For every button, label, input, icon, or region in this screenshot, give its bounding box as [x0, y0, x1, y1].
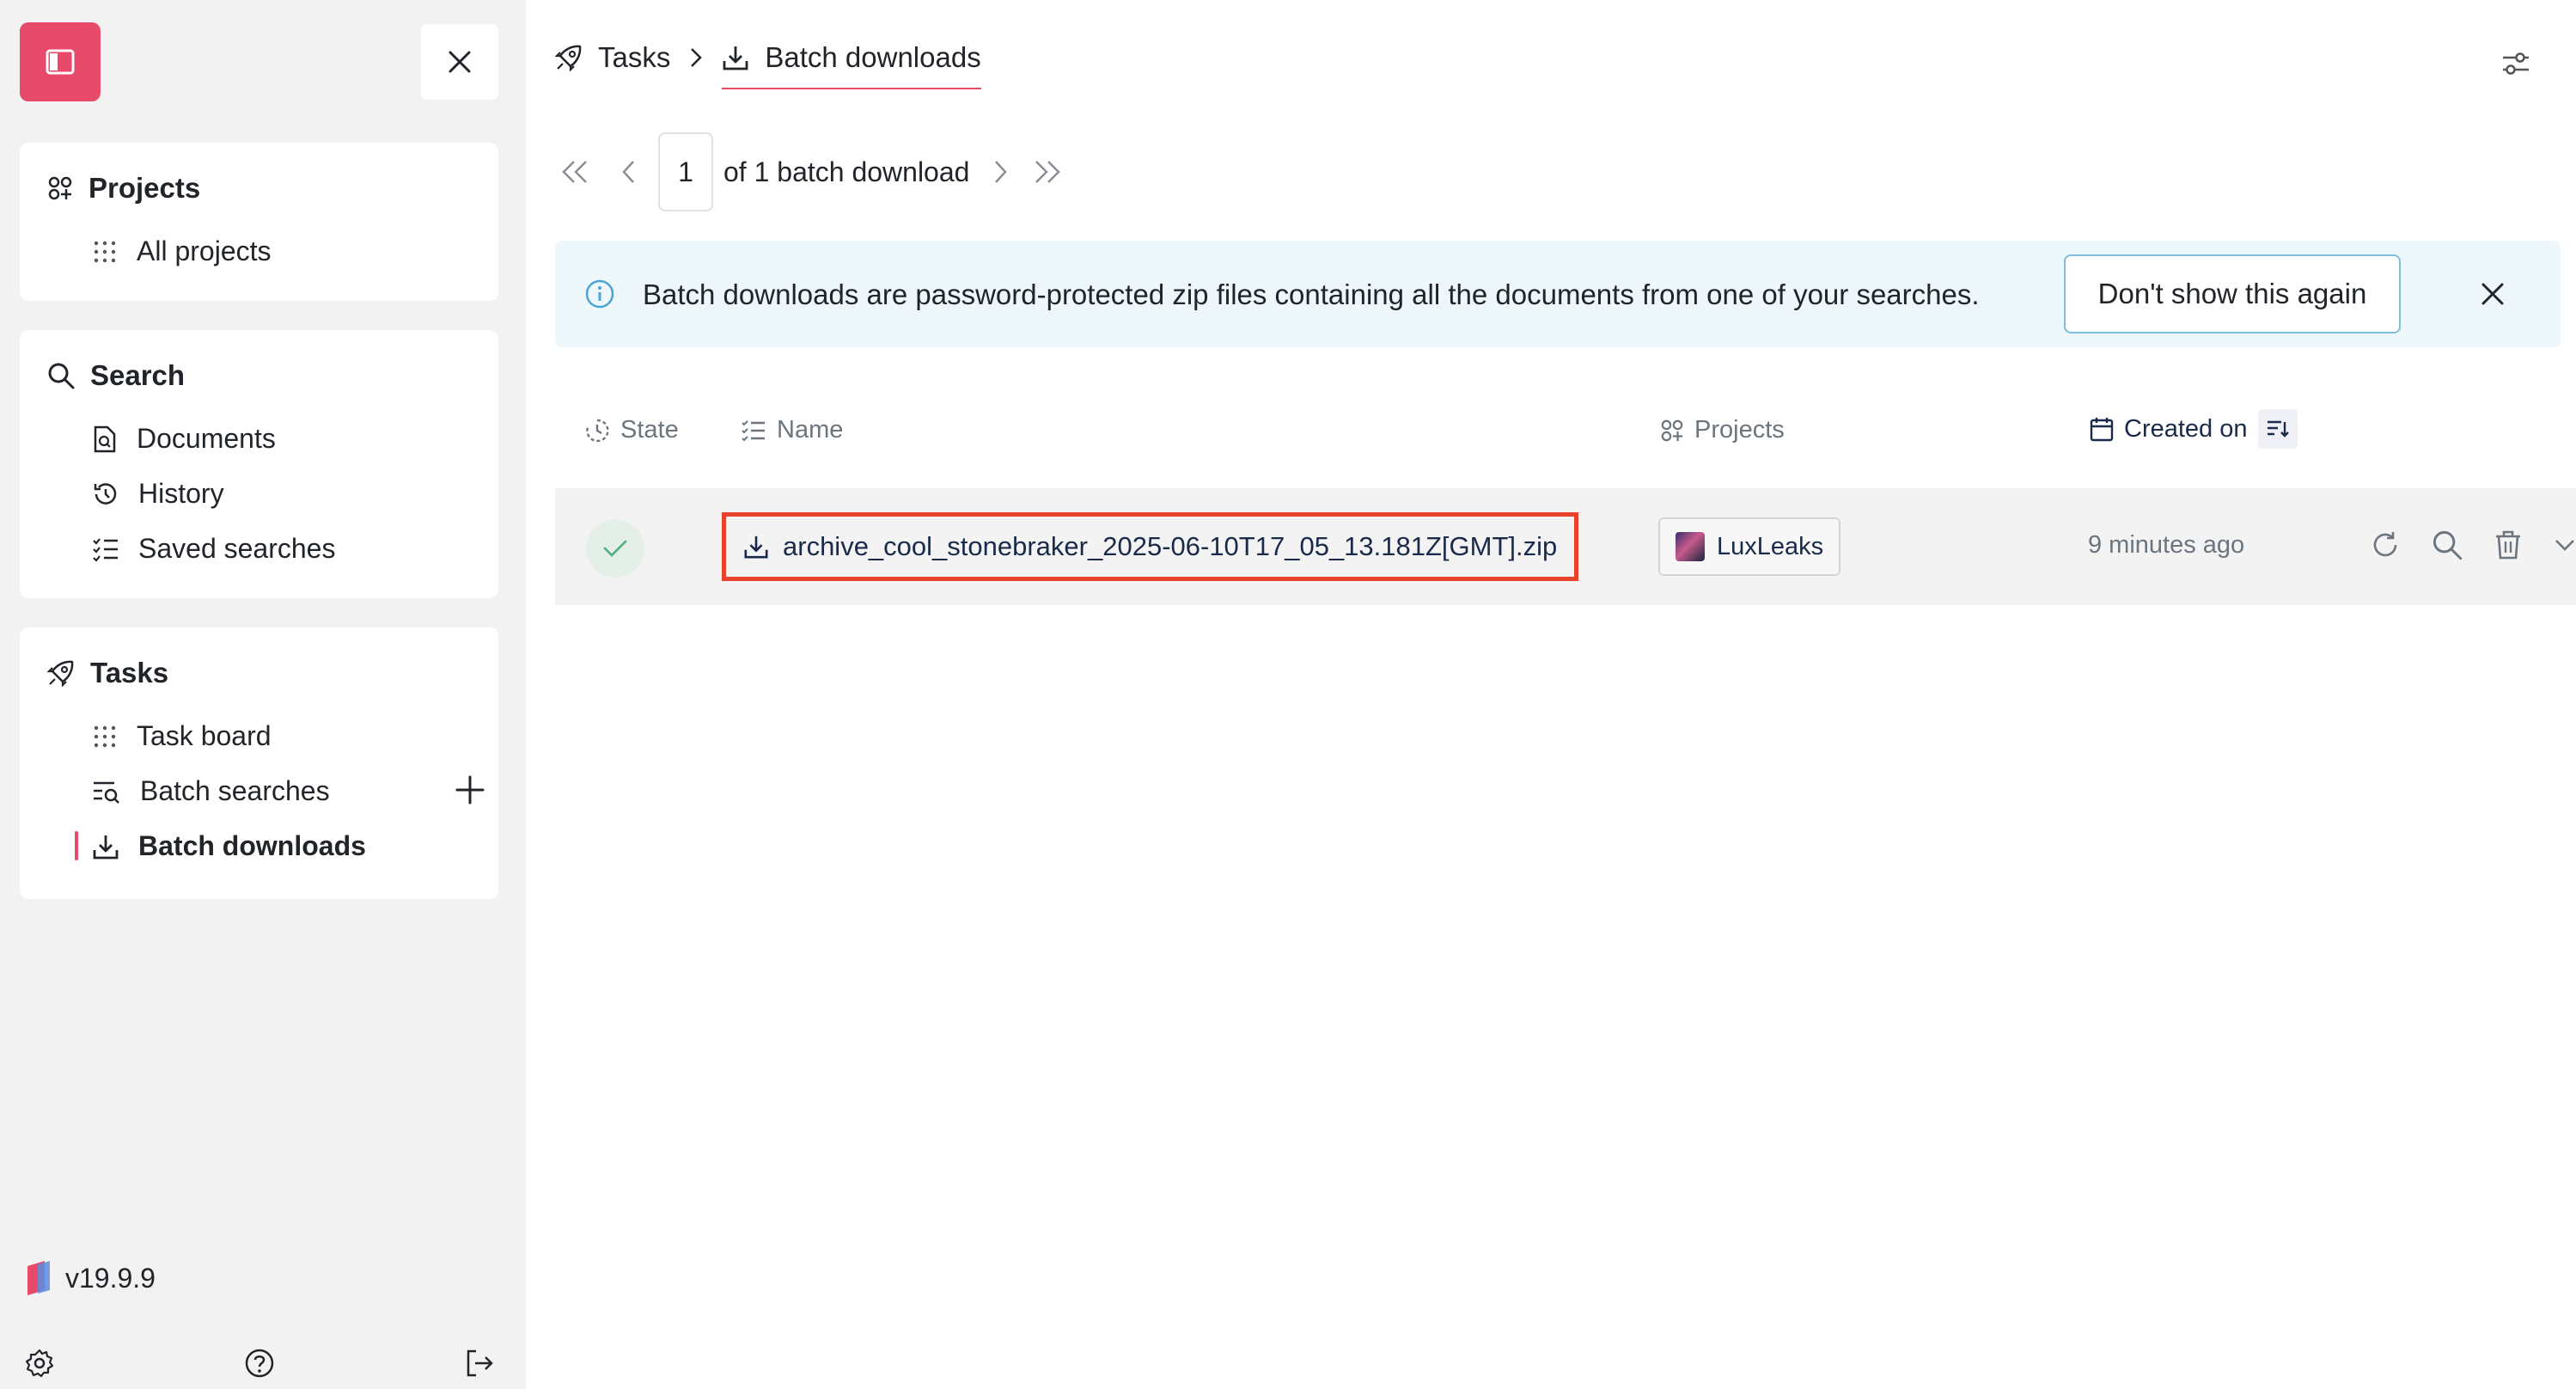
help-icon[interactable] [244, 1348, 275, 1379]
sidebar-item-label: Documents [137, 423, 276, 454]
column-header-state[interactable]: State [584, 416, 679, 444]
chevron-down-icon[interactable] [2554, 536, 2576, 554]
column-header-projects[interactable]: Projects [1660, 416, 1785, 444]
breadcrumb-label: Tasks [598, 41, 671, 73]
chevron-right-icon [691, 48, 703, 67]
grid-dots-icon [94, 241, 116, 262]
sidebar-close-button[interactable] [421, 24, 498, 100]
sidebar-item-label: All projects [137, 236, 272, 266]
breadcrumb-tasks[interactable]: Tasks [555, 41, 670, 74]
breadcrumb-label: Batch downloads [765, 41, 981, 73]
sidebar-item-history[interactable]: History [92, 478, 224, 510]
pagination: 1 of 1 batch download [560, 132, 1062, 211]
column-header-label: State [620, 416, 679, 444]
calendar-icon [2090, 418, 2114, 442]
status-badge-done [586, 519, 644, 578]
page-number-input[interactable]: 1 [658, 132, 713, 211]
sidebar-item-saved-searches[interactable]: Saved searches [92, 533, 335, 565]
projects-icon [48, 176, 72, 200]
previous-page-icon[interactable] [620, 159, 638, 185]
sort-descending-icon [2267, 420, 2289, 438]
info-banner-text: Batch downloads are password-protected z… [643, 278, 1980, 310]
retry-refresh-icon[interactable] [2370, 529, 2401, 560]
breadcrumb-batch-downloads[interactable]: Batch downloads [722, 41, 982, 89]
view-settings-sliders-icon[interactable] [2500, 48, 2531, 79]
projects-heading[interactable]: Projects [47, 172, 200, 205]
sidebar-item-label: Saved searches [138, 533, 336, 564]
search-card: Search Documents History Saved searches [20, 330, 498, 598]
column-header-label: Projects [1694, 416, 1785, 444]
project-chip[interactable]: LuxLeaks [1658, 517, 1841, 576]
first-page-icon[interactable] [560, 159, 591, 185]
tasks-card: Tasks Task board Batch searches Batch do… [20, 627, 498, 899]
created-time: 9 minutes ago [2088, 531, 2245, 559]
projects-icon [1661, 419, 1683, 441]
projects-card: Projects All projects [20, 143, 498, 301]
list-check-icon [742, 419, 765, 441]
tasks-heading-label: Tasks [90, 657, 169, 688]
download-icon [93, 835, 119, 859]
trash-icon[interactable] [2494, 529, 2523, 560]
check-icon [603, 540, 627, 557]
close-icon [449, 51, 471, 73]
search-icon [48, 363, 75, 389]
version-label: v19.9.9 [65, 1262, 156, 1294]
app-version: v19.9.9 [26, 1259, 156, 1297]
column-header-label: Created on [2124, 414, 2248, 443]
search-icon[interactable] [2432, 529, 2463, 560]
rocket-icon [47, 660, 74, 687]
info-banner: Batch downloads are password-protected z… [555, 241, 2561, 347]
sidebar-toggle-button[interactable] [20, 22, 101, 101]
logo-icon [27, 1261, 50, 1295]
download-file-link[interactable]: archive_cool_stonebraker_2025-06-10T17_0… [722, 512, 1579, 581]
sidebar: Projects All projects Search Documents H… [0, 0, 526, 1389]
sidebar-item-label: History [138, 478, 224, 509]
column-header-label: Name [777, 416, 844, 444]
breadcrumb: Tasks Batch downloads [555, 41, 982, 89]
add-batch-search-icon[interactable] [455, 774, 485, 805]
active-indicator [75, 831, 78, 860]
download-icon [744, 535, 768, 559]
next-page-icon[interactable] [992, 159, 1009, 185]
sidebar-item-batch-searches[interactable]: Batch searches [92, 775, 330, 807]
close-banner-icon[interactable] [2480, 281, 2506, 307]
sidebar-item-label: Task board [137, 720, 272, 751]
tasks-heading[interactable]: Tasks [47, 657, 168, 689]
search-heading-label: Search [90, 359, 186, 391]
project-thumbnail [1676, 532, 1705, 561]
grid-dots-icon [94, 725, 116, 747]
settings-gear-icon[interactable] [24, 1348, 55, 1379]
document-search-icon [94, 425, 116, 452]
sidebar-item-documents[interactable]: Documents [92, 423, 276, 455]
sort-button[interactable] [2257, 409, 2298, 449]
page-total-label: of 1 batch download [723, 156, 970, 187]
rocket-icon [555, 45, 582, 71]
sidebar-item-label: Batch searches [140, 775, 330, 806]
dont-show-again-button[interactable]: Don't show this again [2064, 254, 2401, 333]
logout-icon[interactable] [464, 1348, 495, 1379]
column-header-name[interactable]: Name [741, 416, 843, 444]
list-check-icon [93, 537, 118, 562]
sidebar-item-all-projects[interactable]: All projects [92, 236, 272, 267]
file-name: archive_cool_stonebraker_2025-06-10T17_0… [783, 531, 1558, 561]
search-heading[interactable]: Search [47, 359, 185, 392]
projects-heading-label: Projects [89, 172, 201, 204]
column-header-created-on[interactable]: Created on [2090, 409, 2298, 449]
table-row[interactable]: archive_cool_stonebraker_2025-06-10T17_0… [555, 488, 2576, 605]
last-page-icon[interactable] [1031, 159, 1062, 185]
sidebar-panel-icon [46, 49, 75, 75]
state-clock-icon [586, 419, 609, 442]
batch-search-icon [94, 781, 119, 804]
sidebar-item-label: Batch downloads [138, 830, 366, 861]
info-icon [585, 279, 614, 309]
sidebar-item-batch-downloads[interactable]: Batch downloads [92, 830, 366, 862]
project-name: LuxLeaks [1717, 532, 1824, 560]
download-icon [723, 46, 748, 70]
history-icon [94, 482, 117, 505]
sidebar-item-task-board[interactable]: Task board [92, 720, 272, 752]
